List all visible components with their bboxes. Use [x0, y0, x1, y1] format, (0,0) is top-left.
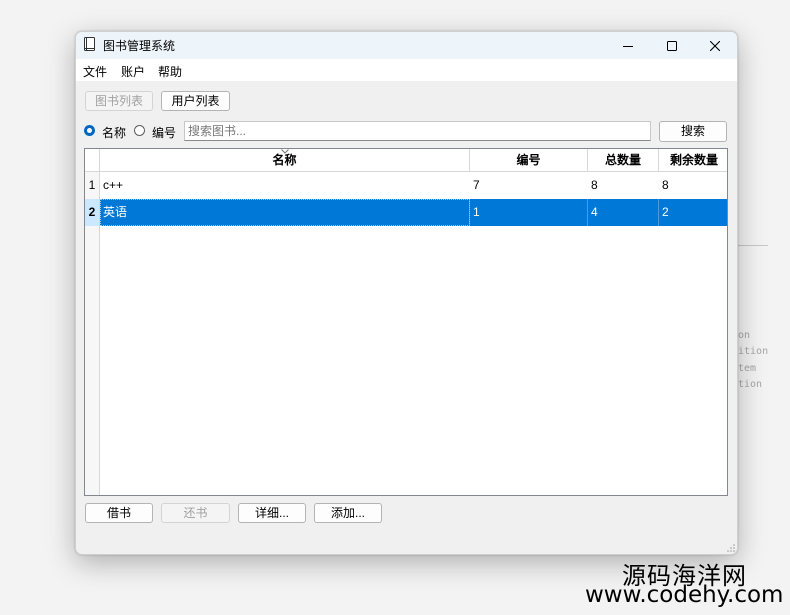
- search-input[interactable]: [184, 121, 651, 141]
- cell-id[interactable]: 1: [470, 199, 588, 226]
- column-header-id[interactable]: 编号: [470, 149, 588, 172]
- search-by-name-radio[interactable]: [84, 125, 95, 136]
- window-title: 图书管理系统: [103, 39, 176, 53]
- close-icon: [710, 40, 720, 51]
- table-row-selected[interactable]: 英语 1 4 2: [100, 199, 727, 226]
- cell-remaining[interactable]: 8: [659, 172, 727, 199]
- background-text: tion: [738, 379, 763, 390]
- background-text: on: [738, 330, 751, 341]
- maximize-button[interactable]: [650, 32, 694, 59]
- close-button[interactable]: [693, 32, 737, 59]
- table-corner[interactable]: [85, 149, 100, 172]
- cell-id[interactable]: 7: [470, 172, 588, 199]
- column-header-remaining[interactable]: 剩余数量: [659, 149, 727, 172]
- sort-indicator-icon: [280, 149, 289, 154]
- minimize-icon: [623, 45, 633, 47]
- table-row[interactable]: c++ 7 8 8: [100, 172, 727, 199]
- column-header-total[interactable]: 总数量: [588, 149, 659, 172]
- minimize-button[interactable]: [606, 32, 650, 59]
- row-header: 1 2: [85, 172, 100, 495]
- title-bar[interactable]: 图书管理系统: [76, 32, 737, 59]
- details-button[interactable]: 详细...: [238, 503, 306, 523]
- book-icon: [84, 37, 95, 51]
- return-button[interactable]: 还书: [161, 503, 230, 523]
- menu-help[interactable]: 帮助: [158, 63, 182, 80]
- search-button[interactable]: 搜索: [659, 121, 727, 142]
- add-button[interactable]: 添加...: [314, 503, 382, 523]
- cell-name[interactable]: 英语: [100, 199, 470, 226]
- app-window: 图书管理系统 文件 账户 帮助 图书列表 用户列表 名称 编号 搜索 名称 编号…: [75, 31, 738, 555]
- row-number-selected[interactable]: 2: [85, 199, 99, 226]
- cell-name[interactable]: c++: [100, 172, 470, 199]
- cell-total[interactable]: 8: [588, 172, 659, 199]
- maximize-icon: [667, 40, 677, 51]
- cell-remaining[interactable]: 2: [659, 199, 727, 226]
- row-number[interactable]: 1: [85, 172, 99, 199]
- search-by-id-label[interactable]: 编号: [152, 124, 176, 141]
- books-table[interactable]: 名称 编号 总数量 剩余数量 1 2 c++ 7 8 8 英语 1 4 2: [84, 148, 728, 496]
- book-list-button[interactable]: 图书列表: [85, 91, 153, 111]
- resize-grip-icon[interactable]: [727, 544, 735, 552]
- cell-total[interactable]: 4: [588, 199, 659, 226]
- menu-account[interactable]: 账户: [121, 63, 145, 80]
- menu-file[interactable]: 文件: [83, 63, 107, 80]
- search-by-id-radio[interactable]: [134, 125, 145, 136]
- background-text: tem: [738, 363, 757, 374]
- column-header-name[interactable]: 名称: [100, 149, 470, 172]
- background-text: ition: [738, 346, 769, 357]
- background-divider: [736, 245, 768, 246]
- user-list-button[interactable]: 用户列表: [161, 91, 230, 111]
- borrow-button[interactable]: 借书: [85, 503, 153, 523]
- menu-bar: 文件 账户 帮助: [76, 59, 737, 81]
- watermark-url: www.codehy.com: [585, 582, 784, 608]
- search-by-name-label[interactable]: 名称: [102, 124, 126, 141]
